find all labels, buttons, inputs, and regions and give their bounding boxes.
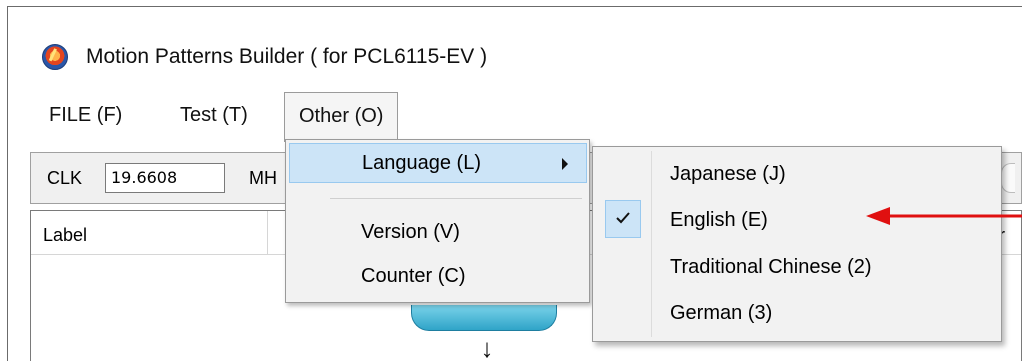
menu-item-language-label: Language (L) xyxy=(362,152,481,174)
language-item-english-label: English (E) xyxy=(670,209,768,231)
menu-item-counter[interactable]: Counter (C) xyxy=(286,254,589,298)
checkmark-icon xyxy=(605,200,641,238)
window-title: Motion Patterns Builder ( for PCL6115-EV… xyxy=(86,45,488,68)
menu-separator xyxy=(330,198,582,199)
annotation-red-arrow-icon xyxy=(866,207,1022,225)
language-item-traditional-chinese-label: Traditional Chinese (2) xyxy=(670,256,872,278)
toolbar-control-edge[interactable] xyxy=(1001,163,1015,193)
clk-input[interactable]: 19.6608 xyxy=(105,163,225,193)
menu-file[interactable]: FILE (F) xyxy=(49,92,122,138)
language-item-japanese[interactable]: Japanese (J) xyxy=(593,152,1001,196)
flow-down-arrow-icon: ↓ xyxy=(480,333,494,361)
submenu-arrow-icon xyxy=(562,158,568,170)
menu-item-version[interactable]: Version (V) xyxy=(286,210,589,254)
menu-bar: FILE (F) Test (T) Other (O) xyxy=(8,92,1022,146)
menu-item-counter-label: Counter (C) xyxy=(361,265,466,287)
menu-item-version-label: Version (V) xyxy=(361,221,460,243)
language-item-japanese-label: Japanese (J) xyxy=(670,163,786,185)
column-header-label[interactable]: Label xyxy=(43,224,87,246)
language-item-german[interactable]: German (3) xyxy=(593,291,1001,335)
clk-label: CLK xyxy=(47,168,83,188)
menu-other[interactable]: Other (O) xyxy=(284,92,399,142)
language-item-german-label: German (3) xyxy=(670,302,773,324)
other-menu-dropdown: Language (L) Version (V) Counter (C) xyxy=(285,139,590,303)
menu-test[interactable]: Test (T) xyxy=(180,92,248,138)
language-submenu: Japanese (J) English (E) Traditional Chi… xyxy=(592,146,1002,342)
clk-unit-label: MH xyxy=(249,168,277,188)
menu-item-language[interactable]: Language (L) xyxy=(289,143,587,183)
app-icon xyxy=(42,44,68,70)
column-separator[interactable] xyxy=(267,211,268,255)
flow-start-node[interactable] xyxy=(411,305,557,331)
language-item-traditional-chinese[interactable]: Traditional Chinese (2) xyxy=(593,245,1001,289)
